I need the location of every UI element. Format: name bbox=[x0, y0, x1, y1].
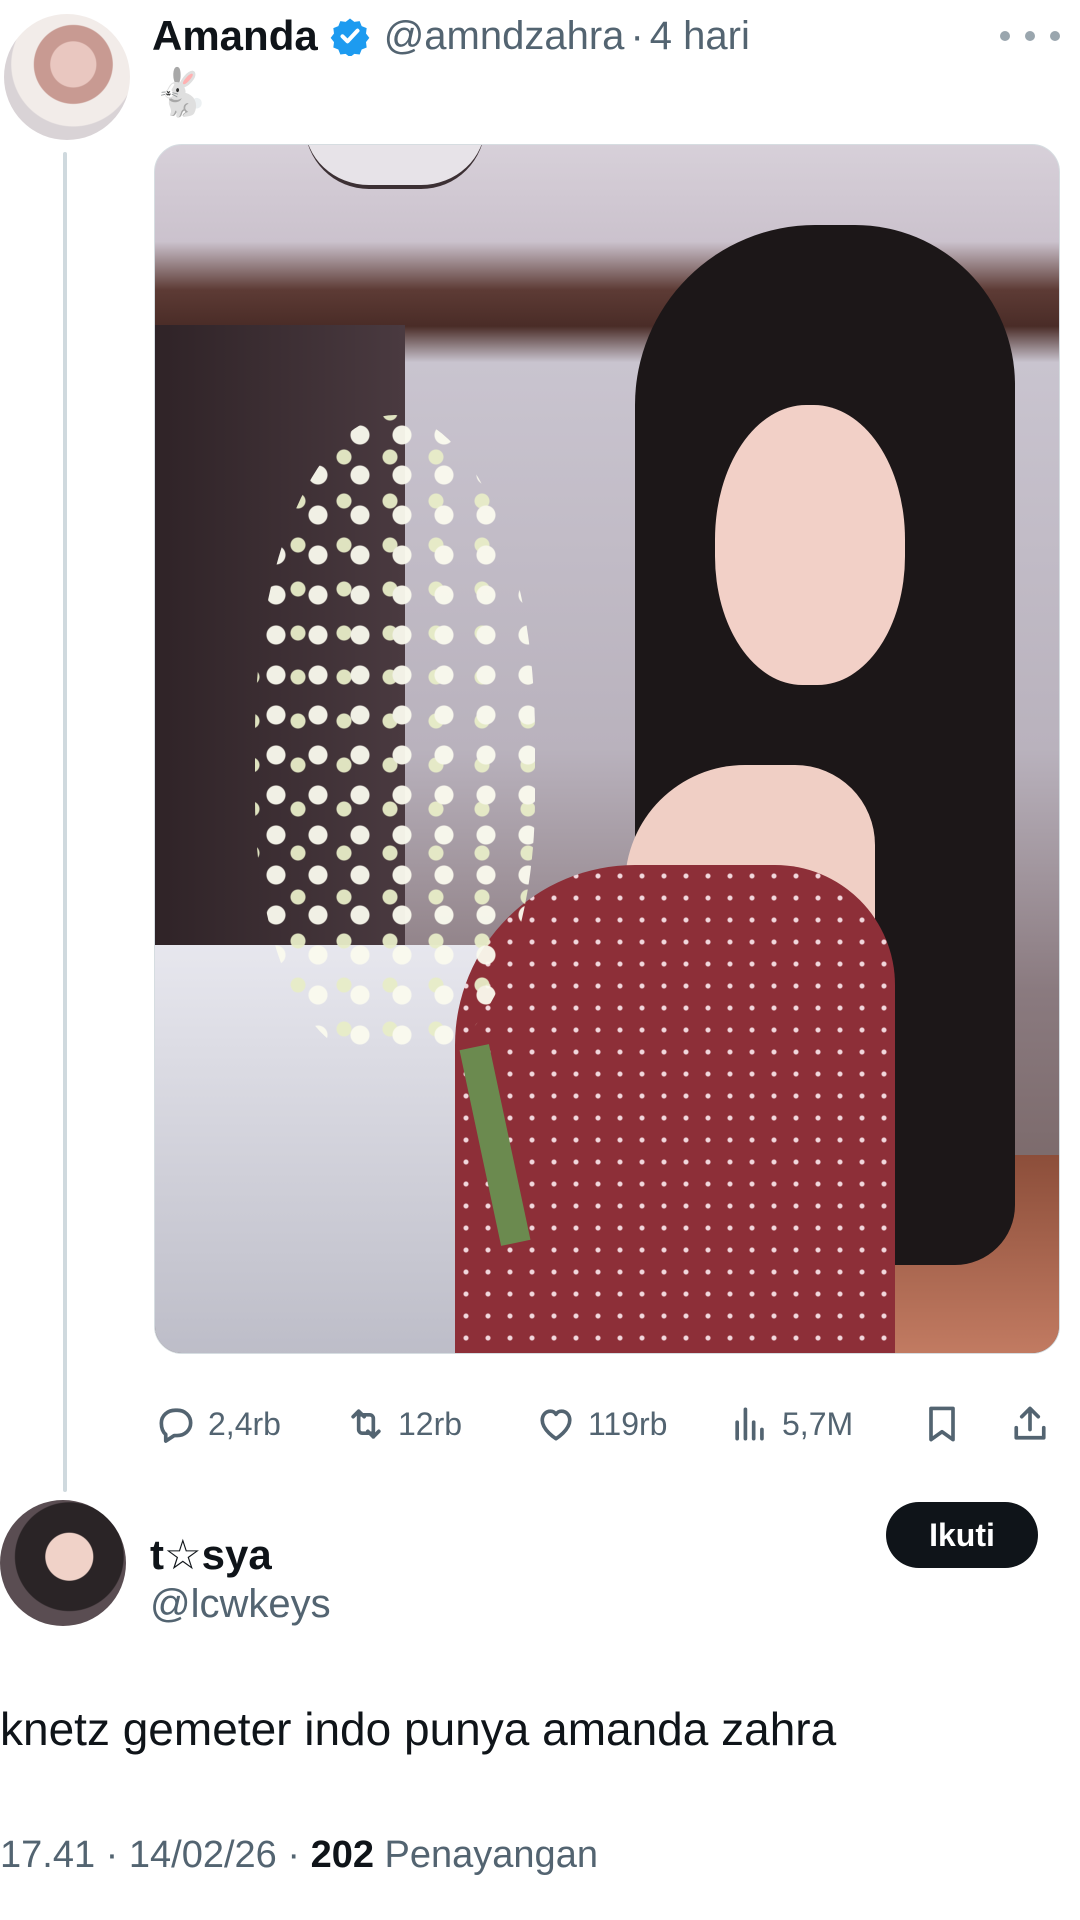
author-handle[interactable]: @amndzahra bbox=[384, 14, 625, 59]
share-button[interactable] bbox=[1008, 1396, 1052, 1452]
reply-metadata: 17.41 · 14/02/26 · 202 Penayangan bbox=[0, 1834, 598, 1877]
reply-author-avatar[interactable] bbox=[0, 1500, 126, 1626]
thread-connector-line bbox=[63, 152, 67, 1492]
photo-ceiling-lamp bbox=[305, 145, 485, 189]
retweet-icon bbox=[351, 1409, 381, 1439]
retweet-button[interactable]: 12rb bbox=[344, 1396, 462, 1452]
follow-button[interactable]: Ikuti bbox=[886, 1502, 1038, 1568]
tweet-header: Amanda @amndzahra · 4 hari bbox=[152, 8, 750, 64]
reply-button[interactable]: 2,4rb bbox=[154, 1396, 281, 1452]
bookmark-icon bbox=[929, 1406, 955, 1442]
like-button[interactable]: 119rb bbox=[534, 1396, 667, 1452]
header-separator: · bbox=[630, 13, 644, 58]
reply-author-display-name[interactable]: t☆sya bbox=[150, 1530, 272, 1579]
reply-date[interactable]: 14/02/26 bbox=[129, 1834, 277, 1876]
like-count: 119rb bbox=[588, 1405, 668, 1442]
photo-floral-dress bbox=[455, 865, 895, 1353]
verified-badge-icon bbox=[330, 18, 370, 56]
more-icon[interactable] bbox=[1000, 16, 1060, 56]
tweet-timestamp[interactable]: 4 hari bbox=[650, 14, 750, 59]
reply-count: 2,4rb bbox=[208, 1405, 281, 1442]
reply-views-label: Penayangan bbox=[384, 1834, 598, 1876]
photo-face bbox=[715, 405, 905, 685]
views-icon bbox=[735, 1407, 764, 1441]
reply-time[interactable]: 17.41 bbox=[0, 1834, 95, 1876]
reply-icon bbox=[159, 1408, 193, 1443]
tweet-action-bar: 2,4rb 12rb 119rb 5,7M bbox=[154, 1396, 1058, 1452]
tweet-photo[interactable] bbox=[154, 144, 1060, 1354]
author-avatar[interactable] bbox=[4, 14, 130, 140]
reply-text: knetz gemeter indo punya amanda zahra bbox=[0, 1703, 837, 1755]
reply-views-count: 202 bbox=[310, 1834, 374, 1876]
views-count: 5,7M bbox=[782, 1405, 854, 1442]
meta-separator: · bbox=[105, 1834, 119, 1876]
bookmark-button[interactable] bbox=[920, 1396, 964, 1452]
photo-orchid-bouquet bbox=[255, 415, 535, 1055]
share-icon bbox=[1014, 1406, 1046, 1440]
like-icon bbox=[540, 1409, 572, 1441]
author-display-name[interactable]: Amanda bbox=[152, 12, 318, 60]
retweet-count: 12rb bbox=[398, 1405, 463, 1442]
views-button[interactable]: 5,7M bbox=[728, 1396, 853, 1452]
meta-separator: · bbox=[287, 1834, 301, 1876]
reply-author-handle[interactable]: @lcwkeys bbox=[150, 1582, 331, 1627]
tweet-text: 🐇 bbox=[152, 66, 210, 118]
